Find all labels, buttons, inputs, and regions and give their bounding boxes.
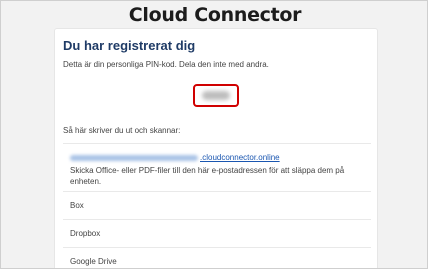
connector-options-list: .cloudconnector.online Skicka Office- el… <box>63 143 371 268</box>
pin-code-box <box>193 84 239 107</box>
option-box[interactable]: Box <box>63 192 371 220</box>
registration-card: Du har registrerat dig Detta är din pers… <box>54 28 378 268</box>
brand-title: Cloud Connector <box>128 4 302 26</box>
email-address-line[interactable]: .cloudconnector.online <box>70 153 371 162</box>
email-option-description: Skicka Office- eller PDF-filer till den … <box>70 166 345 186</box>
pin-instruction-text: Detta är din personliga PIN-kod. Dela de… <box>63 60 269 69</box>
page-title: Du har registrerat dig <box>63 38 196 53</box>
option-google-drive[interactable]: Google Drive <box>63 248 371 268</box>
email-address-redacted <box>70 154 198 161</box>
app-window: Cloud Connector Du har registrerat dig D… <box>0 0 428 269</box>
pin-code-value-redacted <box>202 91 230 100</box>
option-google-drive-label: Google Drive <box>70 257 117 266</box>
option-dropbox[interactable]: Dropbox <box>63 220 371 248</box>
option-box-label: Box <box>70 201 84 210</box>
howto-label: Så här skriver du ut och skannar: <box>63 126 181 135</box>
email-address-link[interactable]: .cloudconnector.online <box>200 153 280 162</box>
option-dropbox-label: Dropbox <box>70 229 101 238</box>
email-option-row[interactable]: .cloudconnector.online Skicka Office- el… <box>63 144 371 192</box>
